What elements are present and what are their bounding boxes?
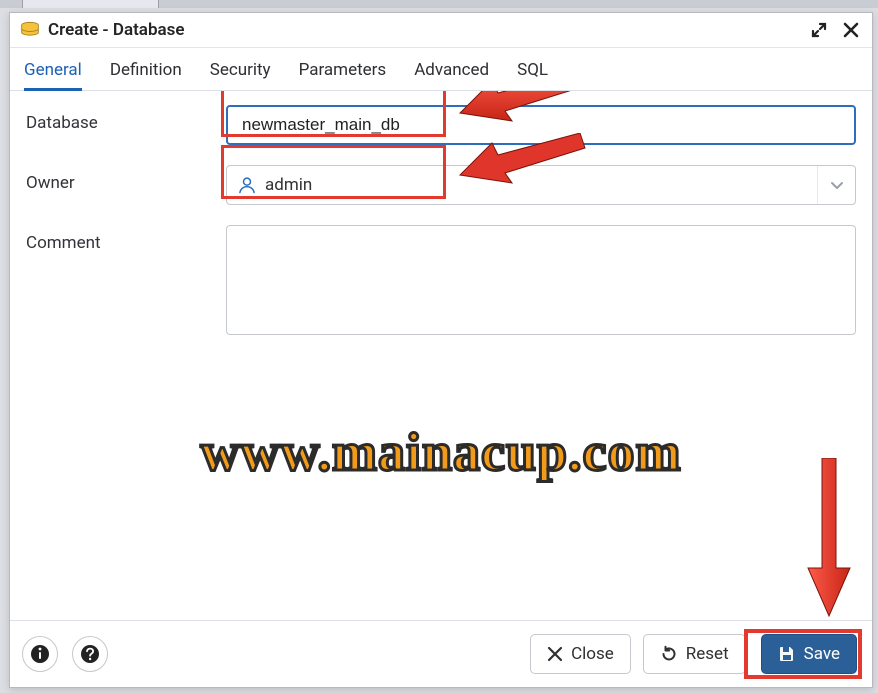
reset-button[interactable]: Reset (643, 634, 746, 674)
tab-definition[interactable]: Definition (110, 56, 182, 90)
annotation-highlight-save (744, 629, 862, 679)
database-icon (20, 21, 40, 39)
owner-value: admin (265, 175, 312, 195)
owner-label: Owner (26, 165, 226, 193)
row-owner: Owner admin (26, 165, 856, 205)
tab-parameters[interactable]: Parameters (299, 56, 387, 90)
comment-textarea[interactable] (226, 225, 856, 335)
help-button[interactable] (72, 636, 108, 672)
dialog-tabs: General Definition Security Parameters A… (10, 48, 872, 91)
owner-select[interactable]: admin (226, 165, 856, 205)
row-database: Database (26, 105, 856, 145)
row-comment: Comment (26, 225, 856, 339)
tab-sql[interactable]: SQL (517, 56, 548, 90)
database-name-input[interactable] (226, 105, 856, 145)
dialog-title: Create - Database (48, 20, 185, 40)
annotation-arrow-save (804, 458, 854, 618)
reset-button-label: Reset (686, 644, 729, 664)
dialog-footer: Close Reset Save (10, 620, 872, 687)
tab-general[interactable]: General (24, 56, 82, 90)
comment-label: Comment (26, 225, 226, 253)
maximize-button[interactable] (808, 19, 830, 41)
close-dialog-button[interactable] (840, 19, 862, 41)
info-button[interactable] (22, 636, 58, 672)
close-button-label: Close (571, 644, 614, 664)
database-label: Database (26, 105, 226, 133)
create-database-dialog: Create - Database General Definition Sec… (9, 12, 873, 688)
user-icon (237, 175, 257, 195)
close-button[interactable]: Close (530, 634, 631, 674)
dialog-body: Database Owner admin (10, 91, 872, 620)
chevron-down-icon (817, 166, 855, 204)
tab-advanced[interactable]: Advanced (414, 56, 489, 90)
watermark-text: www.mainacup.com (10, 421, 872, 483)
background-tab-strip (0, 0, 878, 8)
tab-security[interactable]: Security (210, 56, 271, 90)
dialog-header: Create - Database (10, 13, 872, 48)
